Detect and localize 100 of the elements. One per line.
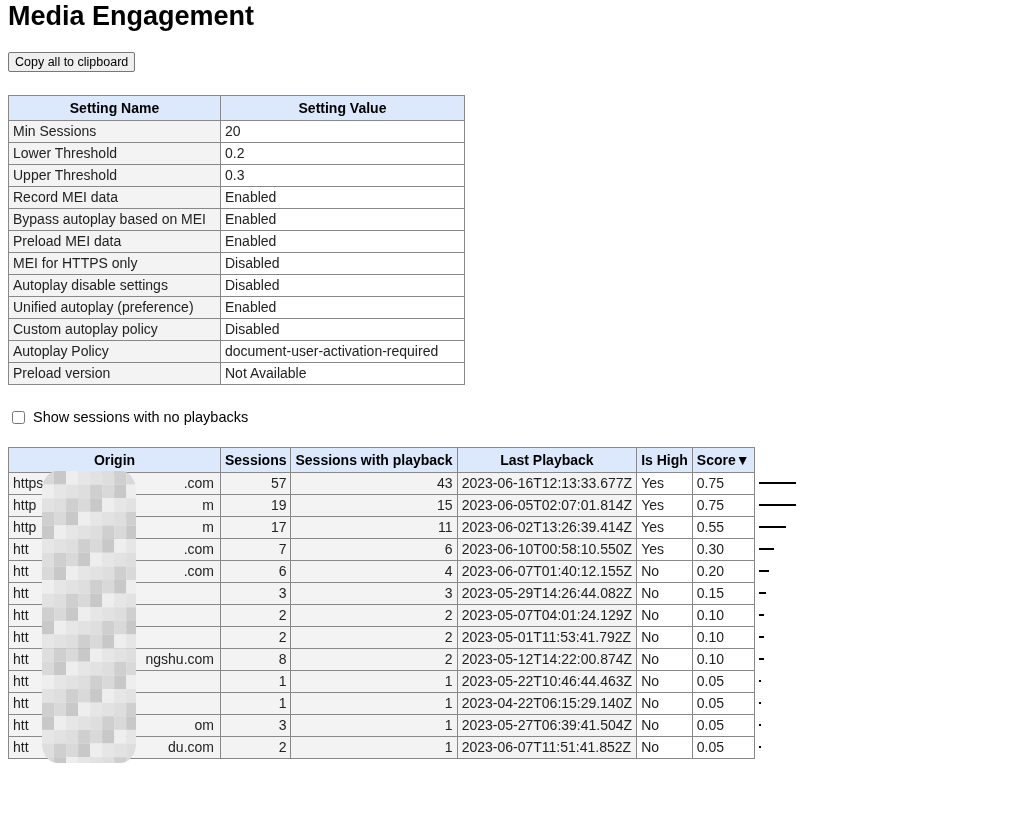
column-header: Origin	[8, 447, 221, 473]
table-cell: Yes	[636, 494, 693, 517]
table-cell: 0.30	[692, 538, 755, 561]
table-cell: Yes	[636, 538, 693, 561]
origin-text: htt	[13, 539, 29, 559]
table-cell: 1	[291, 670, 458, 693]
origin-text: htt	[13, 561, 29, 581]
setting-value: Enabled	[220, 296, 465, 319]
table-cell: 2	[291, 626, 458, 649]
origin-text: htt	[13, 583, 29, 603]
setting-value: Disabled	[220, 318, 465, 341]
table-cell: 0.10	[692, 604, 755, 627]
table-cell: 2023-05-01T11:53:41.792Z	[457, 626, 637, 649]
setting-value: Enabled	[220, 230, 465, 253]
table-cell: 0.20	[692, 560, 755, 583]
setting-name: Preload version	[8, 362, 221, 385]
table-cell: 2023-05-07T04:01:24.129Z	[457, 604, 637, 627]
setting-value: Enabled	[220, 186, 465, 209]
table-cell: 2	[291, 604, 458, 627]
table-cell: 0.75	[692, 494, 755, 517]
table-cell: Yes	[636, 472, 693, 495]
setting-value: 0.3	[220, 164, 465, 187]
table-cell: 2023-06-05T02:07:01.814Z	[457, 494, 637, 517]
setting-value: 20	[220, 120, 465, 143]
table-cell: 6	[291, 538, 458, 561]
table-cell: 0.05	[692, 692, 755, 715]
table-cell: No	[636, 714, 693, 737]
table-cell: No	[636, 670, 693, 693]
table-cell: 4	[291, 560, 458, 583]
table-cell: 0.10	[692, 648, 755, 671]
table-cell: 2023-06-07T01:40:12.155Z	[457, 560, 637, 583]
origin-text: htt	[13, 627, 29, 647]
table-cell: 2023-04-22T06:15:29.140Z	[457, 692, 637, 715]
origin-text: .com	[183, 473, 215, 493]
origin-text: ngshu.com	[145, 649, 215, 669]
checkbox[interactable]	[12, 411, 25, 425]
checkbox-label: Show sessions with no playbacks	[33, 408, 249, 427]
setting-value: document-user-activation-required	[220, 340, 465, 363]
table-cell: 2023-06-07T11:51:41.852Z	[457, 736, 637, 759]
setting-name: Min Sessions	[8, 120, 221, 143]
table-cell: No	[636, 736, 693, 759]
origin-text: htt	[13, 605, 29, 625]
table-cell: 1	[291, 736, 458, 759]
table-cell: 2	[291, 648, 458, 671]
table-cell: 2023-05-27T06:39:41.504Z	[457, 714, 637, 737]
page-title: Media Engagement	[8, 0, 256, 32]
table-cell: 3	[291, 582, 458, 605]
origin-text: m	[202, 517, 215, 537]
origin-text: .com	[183, 561, 215, 581]
column-header: Last Playback	[457, 447, 637, 473]
copy-button[interactable]: Copy all to clipboard	[8, 52, 136, 72]
table-cell: No	[636, 626, 693, 649]
table-cell: No	[636, 560, 693, 583]
table-cell: 2023-05-29T14:26:44.082Z	[457, 582, 637, 605]
table-cell: Yes	[636, 516, 693, 539]
column-header: Setting Name	[8, 95, 221, 121]
column-header: Sessions	[220, 447, 291, 473]
origin-text: htt	[13, 737, 29, 757]
table-cell: 43	[291, 472, 458, 495]
origin-text: du.com	[168, 737, 215, 757]
table-cell: 1	[291, 714, 458, 737]
setting-name: Autoplay disable settings	[8, 274, 221, 297]
setting-name: Custom autoplay policy	[8, 318, 221, 341]
origin-text: http	[13, 495, 37, 515]
column-header: Setting Value	[220, 95, 465, 121]
setting-value: Disabled	[220, 274, 465, 297]
setting-value: 0.2	[220, 142, 465, 165]
setting-name: Preload MEI data	[8, 230, 221, 253]
setting-name: MEI for HTTPS only	[8, 252, 221, 275]
table-cell: 2023-05-12T14:22:00.874Z	[457, 648, 637, 671]
table-cell: 2023-06-16T12:13:33.677Z	[457, 472, 637, 495]
table-cell: No	[636, 648, 693, 671]
table-cell: 0.05	[692, 670, 755, 693]
table-cell: 2023-05-22T10:46:44.463Z	[457, 670, 637, 693]
setting-value: Disabled	[220, 252, 465, 275]
setting-name: Record MEI data	[8, 186, 221, 209]
origin-text: https	[13, 473, 44, 493]
setting-name: Autoplay Policy	[8, 340, 221, 363]
table-cell: 0.05	[692, 736, 755, 759]
setting-value: Not Available	[220, 362, 465, 385]
setting-name: Upper Threshold	[8, 164, 221, 187]
origin-text: htt	[13, 693, 29, 713]
column-header: Is High	[636, 447, 693, 473]
origin-text: http	[13, 517, 37, 537]
setting-value: Enabled	[220, 208, 465, 231]
setting-name: Bypass autoplay based on MEI	[8, 208, 221, 231]
table-cell: No	[636, 604, 693, 627]
origin-text: htt	[13, 649, 29, 669]
table-cell: 2023-06-02T13:26:39.414Z	[457, 516, 637, 539]
table-cell: 0.55	[692, 516, 755, 539]
table-cell: 0.10	[692, 626, 755, 649]
column-header[interactable]: Score▼	[692, 447, 755, 473]
setting-name: Unified autoplay (preference)	[8, 296, 221, 319]
origin-text: .com	[183, 539, 215, 559]
origin-text: om	[194, 715, 215, 735]
origin-text: htt	[13, 715, 29, 735]
setting-name: Lower Threshold	[8, 142, 221, 165]
table-cell: No	[636, 692, 693, 715]
column-header: Sessions with playback	[291, 447, 458, 473]
table-cell: 2023-06-10T00:58:10.550Z	[457, 538, 637, 561]
